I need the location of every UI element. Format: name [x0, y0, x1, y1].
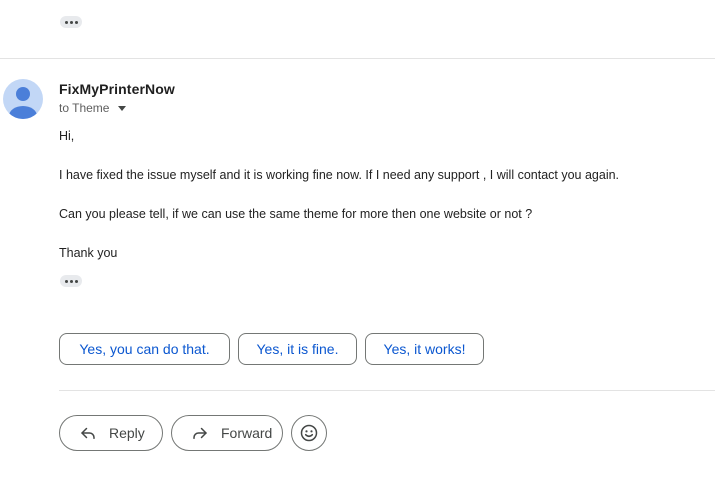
- person-icon: [9, 87, 37, 119]
- smiley-icon: [300, 424, 318, 442]
- smart-reply-button[interactable]: Yes, it works!: [365, 333, 484, 365]
- message-paragraph: I have fixed the issue myself and it is …: [59, 168, 620, 182]
- show-trimmed-content-button[interactable]: [60, 16, 82, 28]
- message-divider: [0, 58, 715, 59]
- forward-arrow-icon: [193, 427, 207, 439]
- show-trimmed-content-button[interactable]: [60, 275, 82, 287]
- message-signoff: Thank you: [59, 246, 118, 260]
- forward-label: Forward: [221, 425, 273, 441]
- actions-divider: [59, 390, 715, 391]
- more-horiz-icon: [64, 20, 68, 24]
- reply-arrow-icon: [81, 427, 95, 439]
- email-thread: FixMyPrinterNow to Theme Hi, I have fixe…: [0, 0, 715, 493]
- emoji-reaction-button[interactable]: [291, 415, 327, 451]
- message-paragraph: Can you please tell, if we can use the s…: [59, 207, 533, 221]
- smart-reply-button[interactable]: Yes, you can do that.: [59, 333, 230, 365]
- more-horiz-icon: [64, 279, 68, 283]
- smart-reply-button[interactable]: Yes, it is fine.: [238, 333, 357, 365]
- forward-button[interactable]: Forward: [171, 415, 283, 451]
- reply-button[interactable]: Reply: [59, 415, 163, 451]
- chevron-down-icon: [118, 106, 127, 111]
- recipient-details-toggle[interactable]: to Theme: [59, 101, 127, 115]
- sender-name[interactable]: FixMyPrinterNow: [59, 81, 175, 97]
- message-greeting: Hi,: [59, 129, 75, 143]
- reply-label: Reply: [109, 425, 145, 441]
- avatar[interactable]: [3, 79, 43, 119]
- recipient-label: to Theme: [59, 101, 110, 115]
